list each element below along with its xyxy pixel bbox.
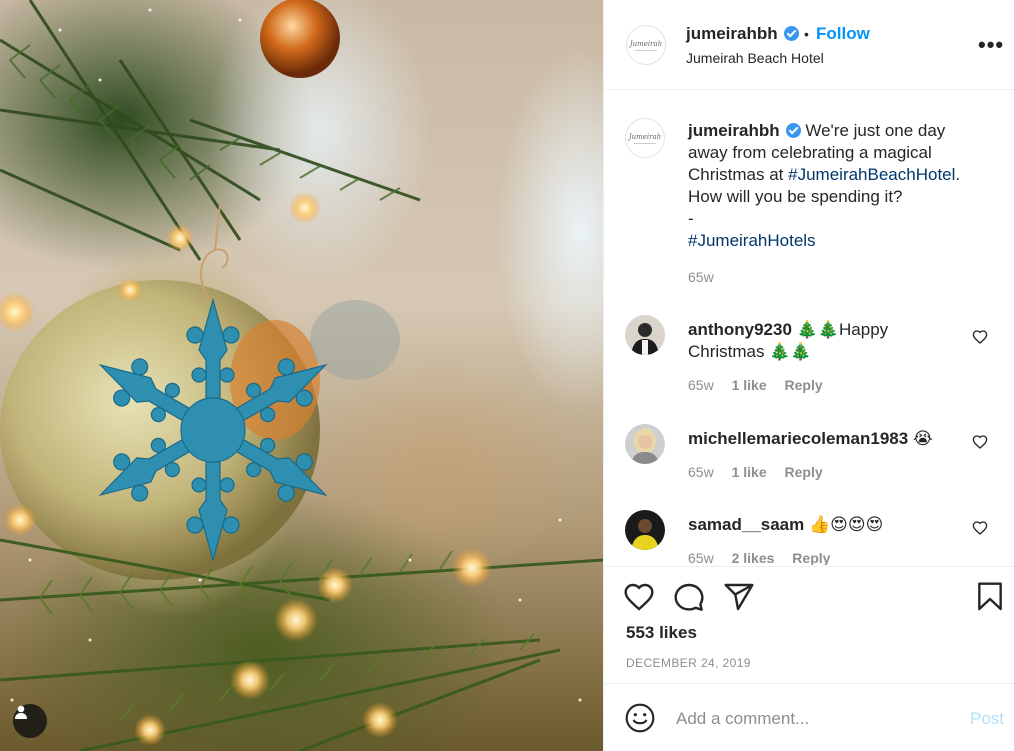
post-location[interactable]: Jumeirah Beach Hotel [686,50,824,66]
comment-meta: 65w 1 like Reply [688,377,837,393]
like-comment-heart-icon[interactable] [972,520,988,536]
post-comment-button[interactable]: Post [970,709,1004,729]
comment-username[interactable]: anthony9230 [688,320,792,339]
post-actions: 553 likes DECEMBER 24, 2019 [604,566,1014,684]
comment-text: samad__saam 👍😍😍😍 [688,514,968,536]
separator-dot: • [804,26,809,42]
hashtag-link[interactable]: #JumeirahBeachHotel [788,165,955,184]
comment-likes[interactable]: 2 likes [732,550,775,565]
share-paper-plane-icon[interactable] [723,581,755,613]
avatar-image [625,424,665,464]
post-photo[interactable] [0,0,603,751]
account-username-row[interactable]: jumeirahbh [686,24,799,44]
reply-button[interactable]: Reply [785,377,823,393]
comment-likes[interactable]: 1 like [732,464,767,480]
avatar-image [625,510,665,550]
post-date[interactable]: DECEMBER 24, 2019 [626,656,751,670]
commenter-avatar[interactable] [625,510,665,550]
comment-timestamp[interactable]: 65w [688,464,714,480]
comment-likes[interactable]: 1 like [732,377,767,393]
caption-text: jumeirahbh We're just one day away from … [688,120,988,252]
reply-button[interactable]: Reply [785,464,823,480]
account-username[interactable]: jumeirahbh [686,24,778,43]
comment-timestamp[interactable]: 65w [688,377,714,393]
comment-meta: 65w 1 like Reply [688,464,837,480]
tagged-users-button[interactable] [13,704,47,738]
comment-timestamp[interactable]: 65w [688,550,714,565]
comment-text: anthony9230 🎄🎄Happy Christmas 🎄🎄 [688,319,968,363]
follow-button[interactable]: Follow [816,24,870,44]
comment-item: michellemariecoleman1983 😭 65w 1 like Re… [604,424,1014,514]
comment-text: michellemariecoleman1983 😭 [688,428,968,450]
like-comment-heart-icon[interactable] [972,329,988,345]
more-options-icon[interactable]: ••• [978,32,1004,58]
verified-badge-icon [783,26,799,41]
comments-list[interactable]: Jumeirah jumeirahbh We're just one day a… [604,91,1014,565]
avatar-logo-text: Jumeirah [628,132,662,141]
comment-body: 😭 [912,429,933,448]
post-details-panel: Jumeirah jumeirahbh • Follow Jumeirah Be… [603,0,1014,751]
emoji-smile-icon[interactable] [624,702,656,734]
comment-username[interactable]: samad__saam [688,515,804,534]
save-bookmark-icon[interactable] [974,581,1006,613]
caption-timestamp[interactable]: 65w [688,269,714,285]
avatar-image [625,315,665,355]
comment-input[interactable] [676,704,946,734]
comment-item: samad__saam 👍😍😍😍 65w 2 likes Reply [604,510,1014,565]
comment-bubble-icon[interactable] [673,581,705,613]
comment-item: anthony9230 🎄🎄Happy Christmas 🎄🎄 65w 1 l… [604,315,1014,405]
hashtag-link[interactable]: #JumeirahHotels [688,231,816,250]
commenter-avatar[interactable] [625,315,665,355]
likes-count[interactable]: 553 likes [626,623,697,643]
reply-button[interactable]: Reply [792,550,830,565]
like-heart-icon[interactable] [623,581,655,613]
comment-username[interactable]: michellemariecoleman1983 [688,429,908,448]
account-avatar[interactable]: Jumeirah [626,25,666,65]
comment-meta: 65w 2 likes Reply [688,550,844,565]
christmas-tree-image [0,0,603,751]
commenter-avatar[interactable] [625,424,665,464]
avatar-logo-line [634,142,656,144]
avatar-logo-text: Jumeirah [629,39,663,48]
add-comment-bar: Post [604,683,1014,751]
like-comment-heart-icon[interactable] [972,434,988,450]
comment-body: 👍😍😍😍 [809,515,884,534]
caption-avatar[interactable]: Jumeirah [625,118,665,158]
caption-dash: - [688,209,694,228]
verified-badge-icon [785,123,801,138]
user-icon [15,705,27,719]
avatar-logo-line [635,49,657,51]
post-header: Jumeirah jumeirahbh • Follow Jumeirah Be… [604,0,1014,90]
caption-username[interactable]: jumeirahbh [688,121,780,140]
